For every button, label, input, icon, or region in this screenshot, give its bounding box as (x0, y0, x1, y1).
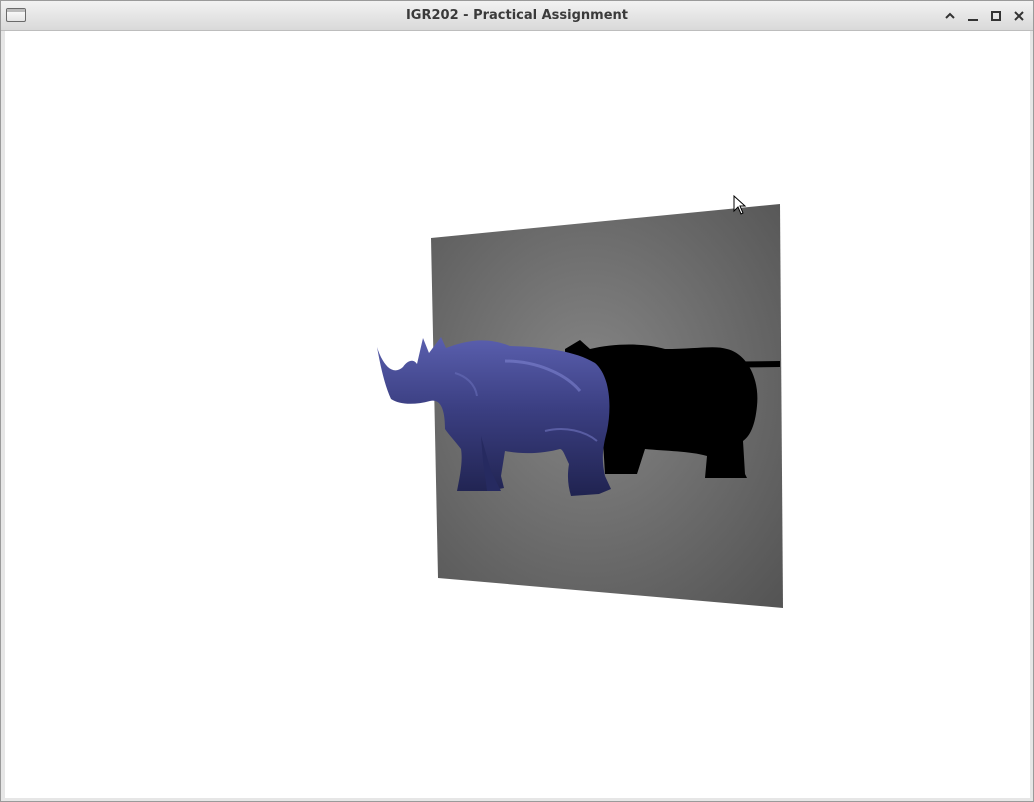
3d-scene (377, 204, 783, 608)
mouse-cursor-icon (733, 195, 747, 215)
shade-button[interactable] (941, 7, 959, 25)
minimize-icon (968, 19, 978, 21)
title-bar[interactable]: IGR202 - Practical Assignment (1, 1, 1033, 31)
rhino-model (377, 337, 611, 496)
close-button[interactable] (1010, 7, 1028, 25)
application-window: IGR202 - Practical Assignment (0, 0, 1034, 802)
maximize-icon (991, 11, 1001, 21)
opengl-viewport[interactable] (5, 31, 1030, 798)
close-icon (1014, 11, 1024, 21)
window-title: IGR202 - Practical Assignment (405, 8, 629, 23)
maximize-button[interactable] (987, 7, 1005, 25)
shade-icon (945, 12, 955, 19)
minimize-button[interactable] (964, 7, 982, 25)
